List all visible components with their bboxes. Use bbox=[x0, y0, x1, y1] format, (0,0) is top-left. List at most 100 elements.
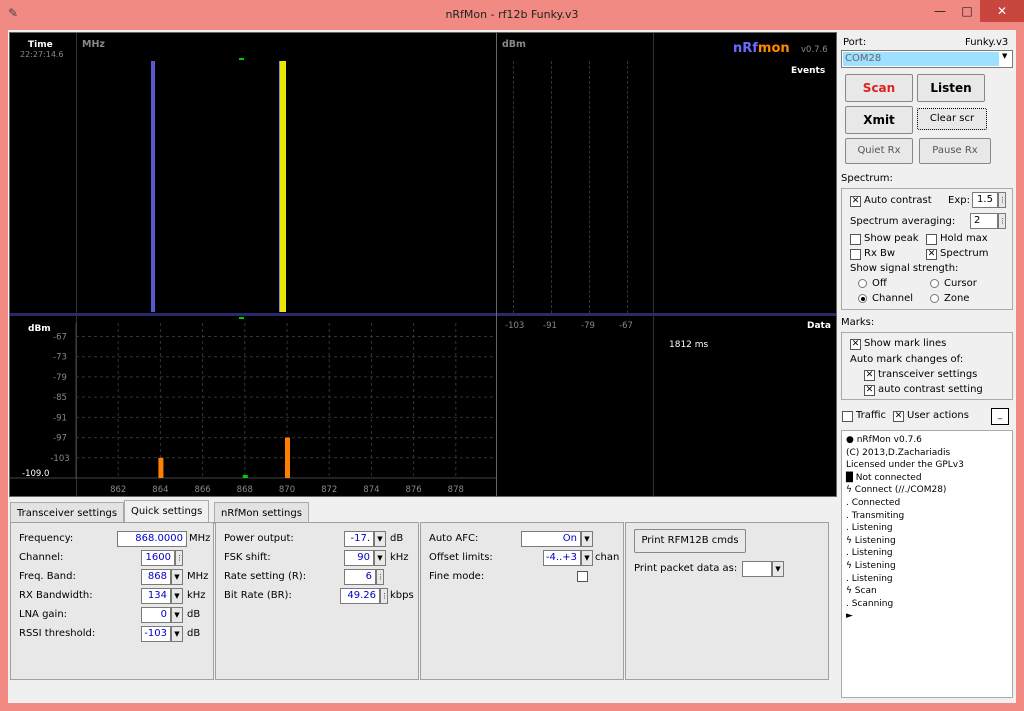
spectrum-bar bbox=[285, 437, 290, 478]
rate-spinner[interactable]: ⋮ bbox=[376, 569, 384, 585]
show-peak-checkbox[interactable] bbox=[850, 234, 861, 245]
log-entry: . Listening bbox=[846, 573, 893, 584]
listen-button[interactable]: Listen bbox=[917, 74, 985, 102]
dbm-top-label: dBm bbox=[502, 39, 526, 50]
maximize-button[interactable]: □ bbox=[954, 0, 980, 22]
spectrum-checkbox[interactable]: ✕ bbox=[926, 249, 937, 260]
frequency-label: Frequency: bbox=[19, 533, 74, 544]
fine-mode-checkbox[interactable] bbox=[577, 571, 588, 582]
tab-nrfmon-settings[interactable]: nRfMon settings bbox=[214, 502, 309, 524]
off-radio[interactable] bbox=[858, 279, 867, 288]
rx-bw-dropdown[interactable]: ▼ bbox=[171, 588, 183, 604]
rssi-field[interactable]: -103 bbox=[141, 626, 171, 642]
contrast-mark-label: auto contrast setting bbox=[878, 384, 983, 395]
x-tick-label: 870 bbox=[279, 485, 295, 495]
tab-transceiver-settings[interactable]: Transceiver settings bbox=[10, 502, 125, 524]
channel-label: Channel: bbox=[19, 552, 64, 563]
port-value: COM28 bbox=[843, 52, 999, 66]
freq-band-dropdown[interactable]: ▼ bbox=[171, 569, 183, 585]
frequency-field[interactable]: 868.0000 bbox=[117, 531, 187, 547]
x-tick-label: 878 bbox=[448, 485, 464, 495]
y-tick-label: -103 bbox=[50, 454, 69, 464]
print-packet-field[interactable] bbox=[742, 561, 772, 577]
channel-field[interactable]: 1600 bbox=[141, 550, 175, 566]
fsk-dropdown[interactable]: ▼ bbox=[374, 550, 386, 566]
contrast-mark-checkbox[interactable]: ✕ bbox=[864, 385, 875, 396]
offset-field[interactable]: -4..+3 bbox=[543, 550, 581, 566]
transceiver-mark-checkbox[interactable]: ✕ bbox=[864, 370, 875, 381]
side-panel: Port: Funky.v3 COM28 ▼ Scan Listen Xmit … bbox=[839, 30, 1016, 703]
power-field[interactable]: -17. bbox=[344, 531, 374, 547]
avg-spinner[interactable]: ⋮ bbox=[998, 213, 1006, 229]
rssi-label: RSSI threshold: bbox=[19, 628, 96, 639]
spectrum-display[interactable]: Time 22:27:14.6 MHz dBm -67 -73 -79 -85 -91-… bbox=[9, 32, 497, 497]
lna-dropdown[interactable]: ▼ bbox=[171, 607, 183, 623]
min-dbm-label: -109.0 bbox=[22, 469, 49, 479]
x-tick-label: 872 bbox=[321, 485, 337, 495]
rx-bw-checkbox[interactable] bbox=[850, 249, 861, 260]
rssi-tick: -79 bbox=[581, 321, 595, 331]
xmit-button[interactable]: Xmit bbox=[845, 106, 913, 134]
hold-max-checkbox[interactable] bbox=[926, 234, 937, 245]
events-display[interactable]: dBm nRfmon v0.7.6 Events -103 -91 -79 -6… bbox=[497, 32, 837, 497]
close-button[interactable]: ✕ bbox=[980, 0, 1024, 22]
bitrate-spinner[interactable]: ⋮ bbox=[380, 588, 388, 604]
afc-field[interactable]: On bbox=[521, 531, 581, 547]
rate-field[interactable]: 6 bbox=[344, 569, 376, 585]
minimize-log-button[interactable]: _ bbox=[991, 408, 1009, 425]
show-marks-checkbox[interactable]: ✕ bbox=[850, 339, 861, 350]
y-tick-label: -67 bbox=[53, 332, 67, 342]
traffic-checkbox[interactable] bbox=[842, 411, 853, 422]
port-select[interactable]: COM28 ▼ bbox=[841, 50, 1013, 68]
y-tick-label: -73 bbox=[53, 353, 67, 363]
chevron-down-icon: ▼ bbox=[1002, 52, 1008, 60]
quiet-rx-button[interactable]: Quiet Rx bbox=[845, 138, 913, 164]
log-list[interactable]: ● nRfMon v0.7.6 (C) 2013,D.Zachariadis Lic… bbox=[841, 430, 1013, 698]
cursor-radio[interactable] bbox=[930, 279, 939, 288]
x-tick-label: 874 bbox=[363, 485, 379, 495]
print-rfm12b-button[interactable]: Print RFM12B cmds bbox=[634, 529, 746, 553]
minimize-button[interactable]: — bbox=[926, 0, 954, 22]
show-marks-label: Show mark lines bbox=[864, 338, 947, 349]
zone-radio[interactable] bbox=[930, 294, 939, 303]
scan-button[interactable]: Scan bbox=[845, 74, 913, 102]
user-actions-checkbox[interactable]: ✕ bbox=[893, 411, 904, 422]
off-label: Off bbox=[872, 278, 887, 289]
data-label: Data bbox=[807, 321, 831, 331]
x-tick-label: 868 bbox=[237, 485, 253, 495]
bitrate-label: Bit Rate (BR): bbox=[224, 590, 292, 601]
log-entry: ● nRfMon v0.7.6 bbox=[846, 435, 922, 445]
tab-quick-settings[interactable]: Quick settings bbox=[124, 500, 210, 524]
quick-panel-print: Print RFM12B cmds Print packet data as: … bbox=[625, 522, 829, 680]
client-area: Time 22:27:14.6 MHz dBm -67 -73 -79 -85 -91-… bbox=[8, 30, 1016, 703]
log-entry: ϟ Connect (//./COM28) bbox=[846, 485, 947, 496]
afc-dropdown[interactable]: ▼ bbox=[581, 531, 593, 547]
power-unit: dB bbox=[390, 533, 404, 544]
lna-field[interactable]: 0 bbox=[141, 607, 171, 623]
avg-label: Spectrum averaging: bbox=[850, 216, 956, 227]
power-dropdown[interactable]: ▼ bbox=[374, 531, 386, 547]
bitrate-field[interactable]: 49.26 bbox=[340, 588, 380, 604]
log-entry: █ Not connected bbox=[846, 472, 922, 483]
spectrum-section-title: Spectrum: bbox=[841, 173, 893, 184]
exp-label: Exp: bbox=[948, 195, 970, 206]
afc-label: Auto AFC: bbox=[429, 533, 479, 544]
exp-spinner[interactable]: ⋮ bbox=[998, 192, 1006, 208]
rssi-dropdown[interactable]: ▼ bbox=[171, 626, 183, 642]
avg-field[interactable]: 2 bbox=[970, 213, 998, 229]
auto-contrast-checkbox[interactable]: ✕ bbox=[850, 196, 861, 207]
fine-mode-label: Fine mode: bbox=[429, 571, 485, 582]
lna-label: LNA gain: bbox=[19, 609, 68, 620]
print-packet-dropdown[interactable]: ▼ bbox=[772, 561, 784, 577]
freq-band-label: Freq. Band: bbox=[19, 571, 76, 582]
clear-screen-button[interactable]: Clear scr bbox=[917, 108, 987, 130]
rx-bw-field[interactable]: 134 bbox=[141, 588, 171, 604]
quick-panel-tx: Power output: -17. ▼ dB FSK shift: 90 ▼ … bbox=[215, 522, 419, 680]
pause-rx-button[interactable]: Pause Rx bbox=[919, 138, 991, 164]
channel-radio[interactable] bbox=[858, 294, 867, 303]
exp-field[interactable]: 1.5 bbox=[972, 192, 998, 208]
offset-dropdown[interactable]: ▼ bbox=[581, 550, 593, 566]
freq-band-field[interactable]: 868 bbox=[141, 569, 171, 585]
fsk-field[interactable]: 90 bbox=[344, 550, 374, 566]
channel-spinner[interactable]: ⋮ bbox=[175, 550, 183, 566]
